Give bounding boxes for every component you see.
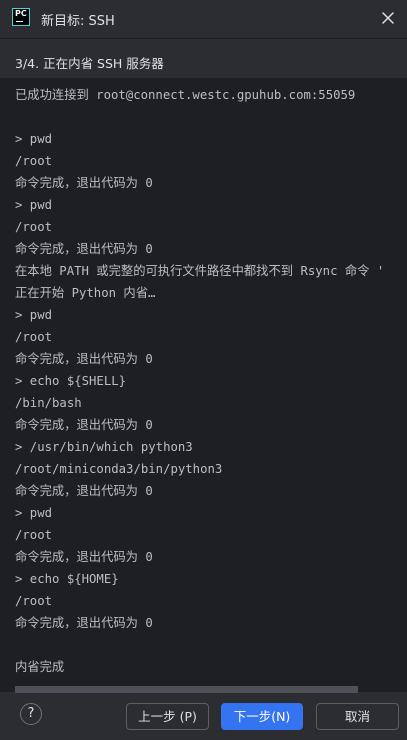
console-line: > pwd [15, 506, 53, 520]
console-line: 内省完成 [15, 660, 65, 674]
console-line: 命令完成，退出代码为 0 [15, 418, 153, 432]
console-line: /bin/bash [15, 396, 82, 410]
console-line: /root [15, 220, 53, 234]
next-button[interactable]: 下一步(N) [221, 703, 303, 730]
console-line: 正在开始 Python 内省… [15, 286, 156, 300]
console-line: > pwd [15, 198, 53, 212]
console-line: /root [15, 330, 53, 344]
console-line: 命令完成，退出代码为 0 [15, 176, 153, 190]
step-title: 3/4. 正在内省 SSH 服务器 [15, 56, 164, 71]
console-line: 命令完成，退出代码为 0 [15, 484, 153, 498]
console-line: > pwd [15, 132, 53, 146]
title-bar: PC 新目标: SSH [0, 0, 407, 38]
console-line: 命令完成，退出代码为 0 [15, 616, 153, 630]
console-line: > /usr/bin/which python3 [15, 440, 193, 454]
console-output[interactable]: 已成功连接到 root@connect.westc.gpuhub.com:550… [0, 78, 407, 692]
title-divider [0, 38, 407, 39]
pycharm-logo-icon: PC [12, 8, 30, 26]
console-line: 命令完成，退出代码为 0 [15, 352, 153, 366]
app-logo-text: PC [15, 9, 27, 18]
console-line: 已成功连接到 root@connect.westc.gpuhub.com:550… [15, 88, 356, 102]
console-line: /root [15, 594, 53, 608]
console-line: 命令完成，退出代码为 0 [15, 242, 153, 256]
console-line: /root [15, 528, 53, 542]
console-line: /root [15, 154, 53, 168]
help-icon[interactable]: ? [20, 703, 42, 725]
cancel-button[interactable]: 取消 [316, 703, 399, 730]
horizontal-scrollbar[interactable] [15, 686, 358, 693]
console-line: > echo ${HOME} [15, 572, 119, 586]
console-line: /root/miniconda3/bin/python3 [15, 462, 223, 476]
console-line: > echo ${SHELL} [15, 374, 127, 388]
console-line: 在本地 PATH 或完整的可执行文件路径中都找不到 Rsync 命令 ' [15, 264, 385, 278]
console-line: 命令完成，退出代码为 0 [15, 550, 153, 564]
close-icon[interactable] [379, 9, 397, 27]
window-title: 新目标: SSH [41, 14, 115, 29]
console-line: > pwd [15, 308, 53, 322]
prev-button[interactable]: 上一步 (P) [126, 703, 209, 730]
